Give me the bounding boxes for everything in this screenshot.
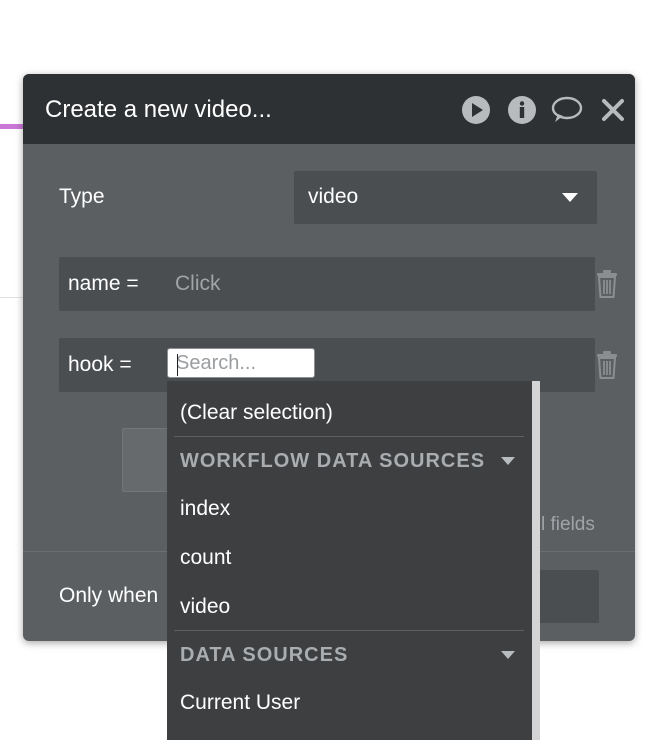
- name-field-label: name =: [68, 272, 139, 295]
- option-video[interactable]: video: [180, 595, 230, 619]
- text-cursor: [177, 354, 178, 376]
- name-field-placeholder[interactable]: Click: [175, 272, 221, 296]
- hook-field-label: hook =: [68, 353, 132, 376]
- trash-icon[interactable]: [595, 270, 619, 298]
- chevron-down-icon[interactable]: [501, 651, 515, 659]
- option-count[interactable]: count: [180, 546, 231, 570]
- dropdown-separator: [174, 630, 524, 631]
- comment-icon[interactable]: [549, 95, 583, 125]
- data-source-dropdown: (Clear selection) WORKFLOW DATA SOURCES …: [167, 381, 540, 740]
- play-icon[interactable]: [461, 95, 491, 125]
- type-select[interactable]: video: [294, 171, 597, 224]
- chevron-down-icon[interactable]: [501, 457, 515, 465]
- clear-selection-option[interactable]: (Clear selection): [180, 401, 333, 425]
- workflow-data-sources-header[interactable]: WORKFLOW DATA SOURCES: [180, 450, 485, 473]
- close-icon[interactable]: [598, 95, 628, 125]
- hook-search-input[interactable]: [167, 348, 315, 378]
- type-select-value: video: [308, 185, 359, 208]
- chevron-down-icon: [562, 193, 578, 202]
- only-when-input[interactable]: [539, 570, 599, 623]
- name-field-row[interactable]: name = Click: [59, 257, 595, 311]
- dialog-header: Create a new video...: [23, 74, 635, 144]
- option-current-user[interactable]: Current User: [180, 691, 300, 715]
- option-index[interactable]: index: [180, 497, 230, 521]
- trash-icon[interactable]: [595, 351, 619, 379]
- dropdown-scrollbar[interactable]: [532, 381, 540, 740]
- only-when-label: Only when: [59, 584, 159, 607]
- fields-link[interactable]: l fields: [541, 514, 595, 536]
- type-label: Type: [59, 185, 105, 208]
- data-sources-header[interactable]: DATA SOURCES: [180, 644, 348, 667]
- dialog-title: Create a new video...: [45, 96, 272, 123]
- dropdown-separator: [174, 436, 524, 437]
- info-icon[interactable]: [507, 95, 537, 125]
